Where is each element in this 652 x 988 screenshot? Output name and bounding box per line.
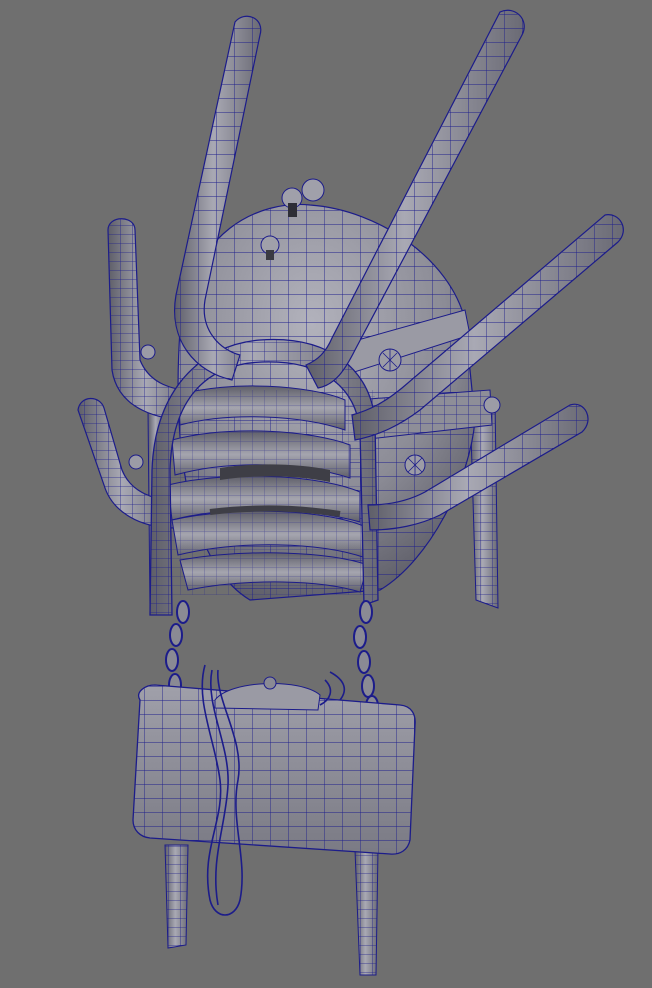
face-cage-bars	[165, 385, 375, 595]
box-pack	[132, 676, 416, 855]
model-render	[77, 9, 624, 976]
3d-viewport[interactable]	[0, 0, 652, 988]
pack-straps	[164, 844, 379, 976]
